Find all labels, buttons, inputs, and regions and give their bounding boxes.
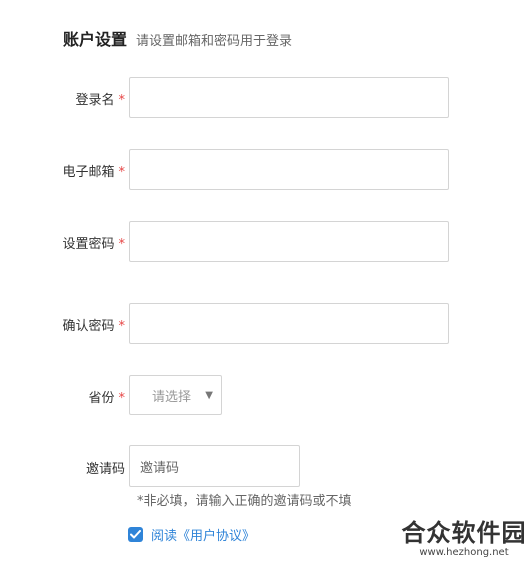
password-label-text: 设置密码 [62,237,115,252]
email-input[interactable] [129,149,449,190]
province-label-text: 省份 [88,391,115,406]
password-label: 设置密码 * [62,233,125,252]
agreement-checkbox[interactable] [128,526,143,542]
password-input[interactable] [129,221,449,262]
page-subtitle: 请设置邮箱和密码用于登录 [136,34,293,49]
login-name-label-text: 登录名 [75,93,115,108]
required-mark: * [118,93,126,108]
site-watermark: 合众软件园 www.hezhong.net [400,519,528,559]
province-label: 省份 * [88,387,125,406]
section-header: 账户设置 请设置邮箱和密码用于登录 [63,26,293,49]
required-mark: * [118,237,126,252]
dropdown-arrow-icon: ▼ [205,389,213,401]
watermark-url: www.hezhong.net [419,547,509,558]
checkmark-icon [130,529,141,538]
invite-label: 邀请码 [86,458,125,477]
page-title: 账户设置 [63,30,128,49]
invite-code-input[interactable]: 邀请码 [129,445,300,487]
invite-label-text: 邀请码 [85,462,125,477]
confirm-password-label-text: 确认密码 [62,319,115,334]
province-selected-value: 请选择 [152,389,192,405]
confirm-password-input[interactable] [129,303,449,344]
agreement-row: 阅读《用户协议》 [128,525,255,544]
email-label-text: 电子邮箱 [62,165,115,180]
watermark-title: 合众软件园 [401,519,527,547]
confirm-password-label: 确认密码 * [62,315,125,334]
required-mark: * [118,165,126,180]
required-mark: * [118,391,126,406]
user-agreement-link[interactable]: 阅读《用户协议》 [151,525,255,544]
invite-placeholder: 邀请码 [140,460,180,476]
login-name-input[interactable] [129,77,449,118]
login-name-label: 登录名 * [75,89,125,108]
email-label: 电子邮箱 * [62,161,125,180]
province-select[interactable]: 请选择 ▼ [129,375,222,415]
invite-hint: *非必填，请输入正确的邀请码或不填 [137,494,352,509]
required-mark: * [118,319,126,334]
